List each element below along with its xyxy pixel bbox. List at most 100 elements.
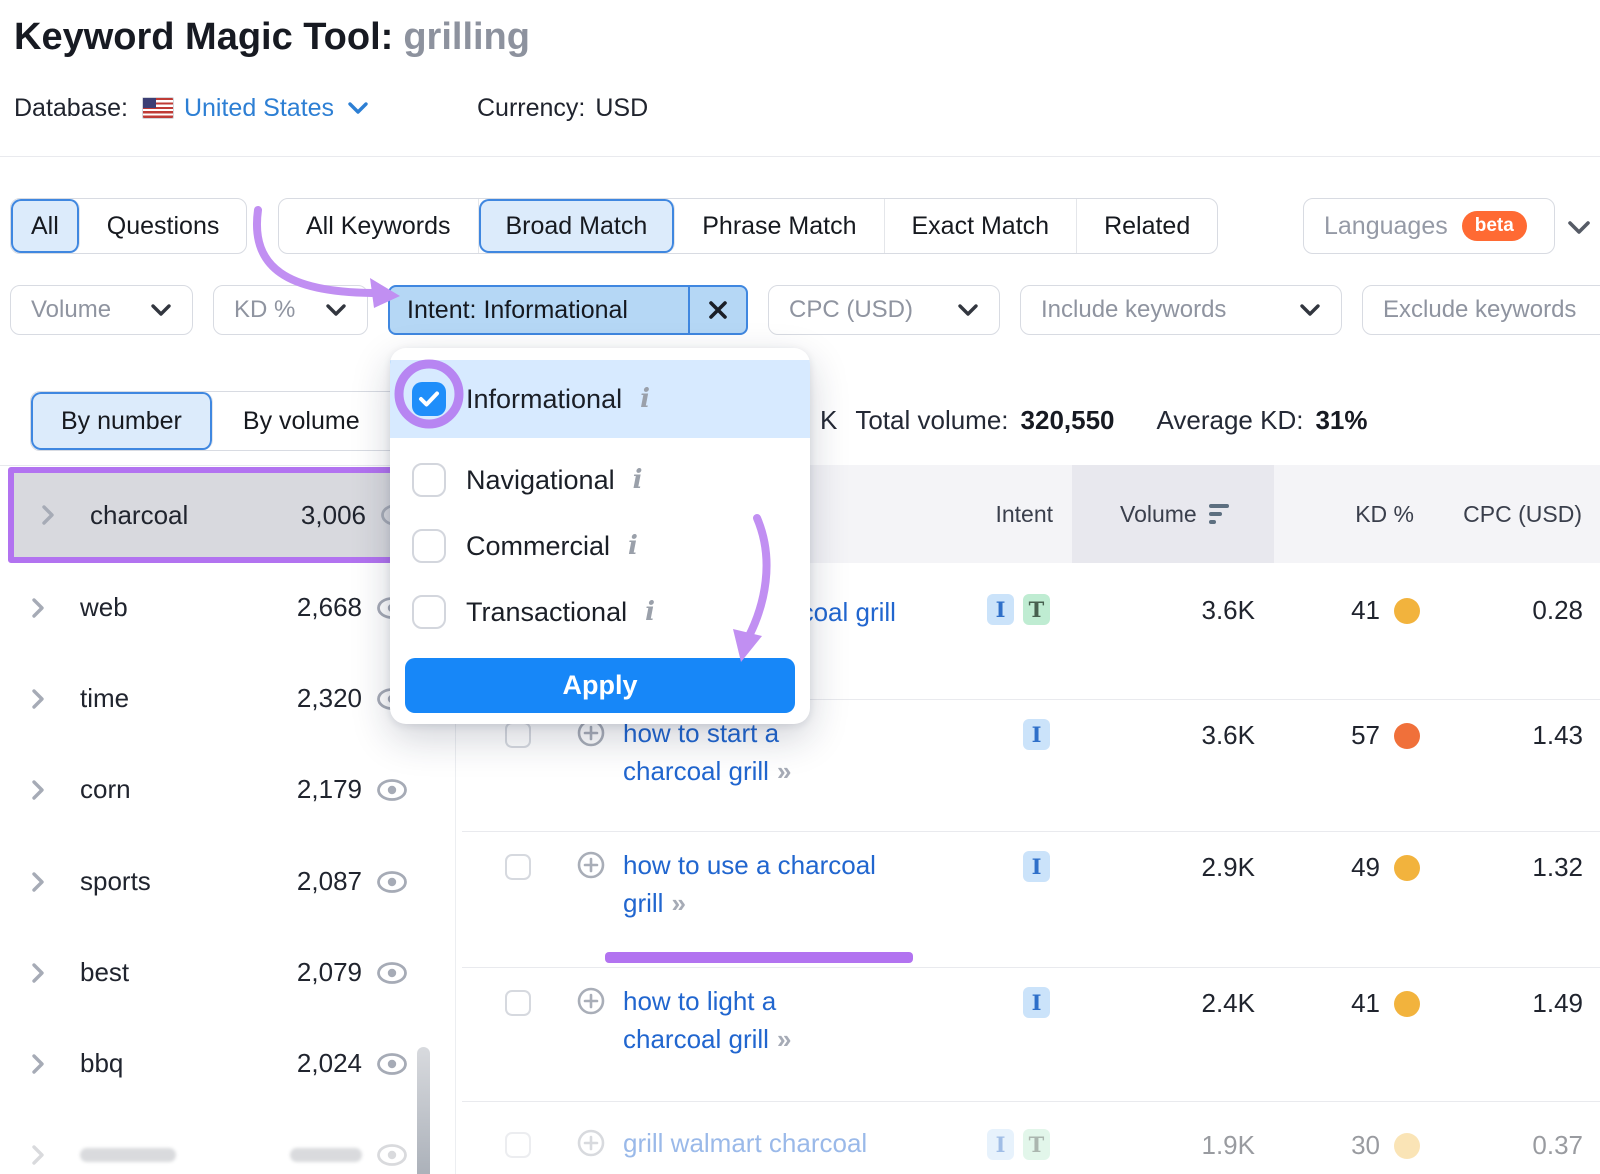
- option-informational[interactable]: Informational i: [390, 360, 810, 438]
- sidebar-group-label[interactable]: sports: [80, 866, 151, 897]
- option-label[interactable]: Informational: [466, 384, 622, 415]
- info-icon[interactable]: i: [645, 597, 655, 627]
- header-kd[interactable]: KD %: [1355, 465, 1414, 563]
- chevron-right-icon[interactable]: [30, 961, 46, 985]
- chevron-right-icon[interactable]: [30, 687, 46, 711]
- sidebar-group-label[interactable]: best: [80, 957, 129, 988]
- header-volume[interactable]: Volume: [1120, 465, 1229, 563]
- sidebar-group-sports[interactable]: sports 2,087: [30, 836, 408, 927]
- eye-icon[interactable]: [376, 870, 408, 894]
- include-keywords-filter-button[interactable]: Include keywords: [1020, 285, 1342, 335]
- keyword-link[interactable]: grill walmart charcoal: [623, 1124, 867, 1162]
- info-icon[interactable]: i: [633, 465, 643, 495]
- kd-value: 57: [1351, 720, 1380, 751]
- kd-difficulty-dot: [1394, 855, 1420, 881]
- intent-filter-chip[interactable]: Intent: Informational: [388, 285, 748, 335]
- intent-chip-label[interactable]: Intent: Informational: [390, 287, 688, 333]
- tab-all[interactable]: All: [11, 199, 80, 253]
- sidebar-group-bbq[interactable]: bbq 2,024: [30, 1018, 408, 1109]
- option-transactional[interactable]: Transactional i: [390, 580, 810, 644]
- add-to-list-icon[interactable]: [576, 850, 606, 880]
- sidebar-group-best[interactable]: best 2,079: [30, 927, 408, 1018]
- sidebar-group-label[interactable]: charcoal: [90, 500, 188, 531]
- option-navigational[interactable]: Navigational i: [390, 448, 810, 512]
- toggle-by-number[interactable]: By number: [31, 392, 213, 450]
- keyword-link[interactable]: how to light a charcoal grill»: [623, 982, 868, 1058]
- checkbox-checked[interactable]: [412, 382, 446, 416]
- option-label[interactable]: Navigational: [466, 465, 615, 496]
- tab-questions[interactable]: Questions: [80, 199, 247, 253]
- average-kd-value: 31%: [1315, 405, 1367, 436]
- chevron-right-icon[interactable]: [30, 778, 46, 802]
- eye-icon[interactable]: [376, 778, 408, 802]
- expand-keyword-icon[interactable]: »: [777, 1024, 791, 1054]
- exclude-keywords-filter-button[interactable]: Exclude keywords: [1362, 285, 1600, 335]
- tab-broad-match[interactable]: Broad Match: [479, 199, 676, 253]
- expand-keyword-icon[interactable]: »: [671, 888, 685, 918]
- kd-cell: 41: [1270, 595, 1420, 626]
- sidebar-group-time[interactable]: time 2,320: [30, 653, 408, 744]
- keyword-link[interactable]: how to use a charcoal grill»: [623, 846, 918, 922]
- sidebar-group-label[interactable]: time: [80, 683, 129, 714]
- option-commercial[interactable]: Commercial i: [390, 514, 810, 578]
- chevron-right-icon[interactable]: [40, 503, 56, 527]
- sidebar-group-web[interactable]: web 2,668: [30, 562, 408, 653]
- keyword-magic-tool-page: Keyword Magic Tool:grilling Database: Un…: [0, 0, 1600, 1174]
- volume-cell: 1.9K: [1135, 1130, 1255, 1161]
- total-volume-value: 320,550: [1021, 405, 1115, 436]
- languages-dropdown[interactable]: Languages beta: [1303, 198, 1555, 254]
- row-checkbox[interactable]: [505, 1132, 531, 1158]
- row-checkbox[interactable]: [505, 854, 531, 880]
- row-checkbox[interactable]: [505, 990, 531, 1016]
- option-label[interactable]: Transactional: [466, 597, 627, 628]
- apply-button[interactable]: Apply: [405, 658, 795, 713]
- toggle-by-volume[interactable]: By volume: [213, 392, 390, 450]
- tab-related[interactable]: Related: [1077, 199, 1217, 253]
- chevron-right-icon: [30, 1143, 46, 1167]
- add-to-list-icon[interactable]: [576, 1128, 606, 1158]
- close-icon: [707, 299, 729, 321]
- database-label: Database:: [14, 94, 128, 123]
- eye-icon[interactable]: [376, 961, 408, 985]
- chevron-right-icon[interactable]: [30, 1052, 46, 1076]
- sidebar-group-label[interactable]: bbq: [80, 1048, 123, 1079]
- database-value-link[interactable]: United States: [184, 94, 334, 123]
- page-title-query: grilling: [403, 16, 530, 58]
- sidebar-group-charcoal[interactable]: charcoal 3,006: [8, 467, 428, 563]
- row-checkbox[interactable]: [505, 722, 531, 748]
- tab-all-keywords[interactable]: All Keywords: [279, 199, 479, 253]
- sidebar-group-label[interactable]: corn: [80, 774, 131, 805]
- checkbox-unchecked[interactable]: [412, 529, 446, 563]
- info-icon[interactable]: i: [640, 384, 650, 414]
- sidebar-group-corn[interactable]: corn 2,179: [30, 744, 408, 835]
- header-cpc[interactable]: CPC (USD): [1463, 465, 1582, 563]
- volume-cell: 3.6K: [1135, 595, 1255, 626]
- by-number-label: By number: [61, 407, 182, 436]
- checkbox-unchecked[interactable]: [412, 463, 446, 497]
- chevron-right-icon[interactable]: [30, 596, 46, 620]
- cpc-filter-label: CPC (USD): [789, 296, 913, 324]
- info-icon[interactable]: i: [628, 531, 638, 561]
- eye-icon: [376, 1143, 408, 1167]
- sidebar-scrollbar[interactable]: [417, 1047, 430, 1174]
- tab-phrase-match[interactable]: Phrase Match: [675, 199, 884, 253]
- add-to-list-icon[interactable]: [576, 986, 606, 1016]
- cpc-filter-button[interactable]: CPC (USD): [768, 285, 1000, 335]
- tab-exact-match[interactable]: Exact Match: [885, 199, 1078, 253]
- kd-filter-button[interactable]: KD %: [213, 285, 368, 335]
- volume-filter-button[interactable]: Volume: [10, 285, 193, 335]
- option-label[interactable]: Commercial: [466, 531, 610, 562]
- eye-icon[interactable]: [376, 1052, 408, 1076]
- keyword-link[interactable]: how to start a charcoal grill»: [623, 714, 868, 790]
- intent-chip-close-button[interactable]: [690, 287, 746, 333]
- include-keywords-label: Include keywords: [1041, 296, 1226, 324]
- kd-value: 49: [1351, 852, 1380, 883]
- expand-keyword-icon[interactable]: »: [777, 756, 791, 786]
- database-selector[interactable]: Database: United States: [14, 90, 370, 126]
- sidebar-group-label[interactable]: web: [80, 592, 128, 623]
- intent-badges: I: [1023, 851, 1050, 882]
- chevron-right-icon[interactable]: [30, 870, 46, 894]
- checkbox-unchecked[interactable]: [412, 595, 446, 629]
- chevron-down-icon[interactable]: [1566, 219, 1592, 237]
- tab-exact-match-label: Exact Match: [912, 212, 1050, 241]
